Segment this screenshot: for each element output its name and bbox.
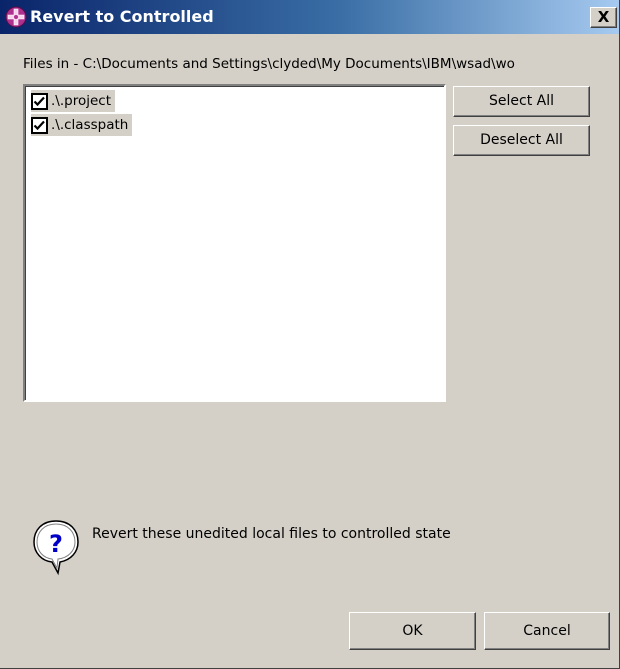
cancel-button[interactable]: Cancel (484, 612, 610, 650)
revert-dialog: Revert to Controlled X Files in - C:\Doc… (0, 0, 620, 669)
deselect-all-label: Deselect All (480, 132, 563, 148)
file-list[interactable]: .\.project .\.classpath (23, 84, 446, 402)
title-bar[interactable]: Revert to Controlled X (0, 0, 619, 34)
select-all-button[interactable]: Select All (453, 86, 590, 117)
file-name: .\.classpath (51, 117, 129, 133)
window-title: Revert to Controlled (30, 7, 214, 26)
eclipse-cross-icon (5, 6, 27, 28)
svg-text:?: ? (49, 530, 63, 558)
list-item[interactable]: .\.classpath (31, 114, 133, 136)
file-checkbox[interactable] (31, 92, 48, 110)
ok-button[interactable]: OK (349, 612, 476, 650)
ok-label: OK (402, 623, 423, 639)
list-item[interactable]: .\.project (31, 90, 115, 112)
select-all-label: Select All (489, 93, 554, 109)
deselect-all-button[interactable]: Deselect All (453, 125, 590, 156)
file-checkbox[interactable] (31, 116, 48, 134)
checkmark-icon (33, 120, 45, 130)
file-name: .\.project (51, 93, 111, 109)
checkmark-icon (33, 96, 45, 106)
close-button[interactable]: X (590, 7, 617, 28)
question-icon: ? (33, 520, 79, 576)
message-text: Revert these unedited local files to con… (92, 526, 451, 542)
files-path-label: Files in - C:\Documents and Settings\cly… (23, 56, 515, 72)
cancel-label: Cancel (523, 623, 571, 639)
